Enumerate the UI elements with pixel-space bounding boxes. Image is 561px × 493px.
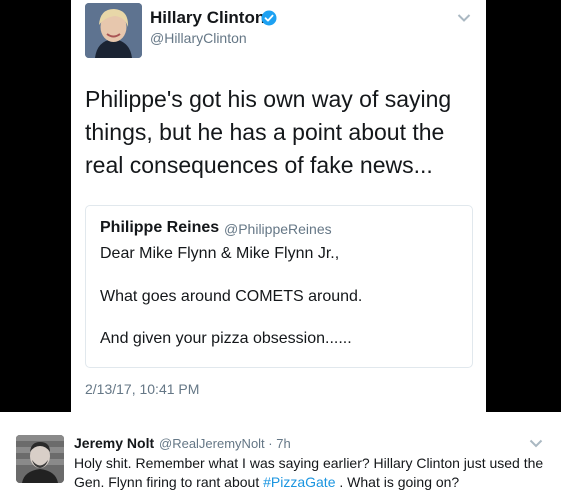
quoted-author-name[interactable]: Philippe Reines [100,219,219,237]
author-name[interactable]: Hillary Clinton [150,8,265,28]
author-handle[interactable]: @HillaryClinton [150,30,247,46]
chevron-down-icon[interactable] [457,13,471,23]
reply-tweet-text: Holy shit. Remember what I was saying ea… [74,454,544,492]
quoted-author-handle[interactable]: @PhilippeReines [224,221,332,237]
quoted-text-line: Dear Mike Flynn & Mike Flynn Jr., [100,245,340,262]
quoted-text-line: What goes around COMETS around. [100,288,363,305]
avatar-jeremy-nolt[interactable] [16,435,64,483]
reply-text-after: . What is going on? [335,474,460,490]
quoted-text-line: And given your pizza obsession...... [100,330,352,347]
screenshot-frame: Hillary Clinton @HillaryClinton Philippe… [0,0,561,412]
embedded-tweet-card[interactable]: Hillary Clinton @HillaryClinton Philippe… [71,0,486,412]
quoted-tweet[interactable]: Philippe Reines @PhilippeReines Dear Mik… [85,205,473,368]
verified-badge-icon [261,10,277,26]
reply-author-name[interactable]: Jeremy Nolt [74,435,154,451]
tweet-timestamp[interactable]: 2/13/17, 10:41 PM [85,381,199,397]
tweet-text: Philippe's got his own way of saying thi… [85,86,452,178]
reply-tweet[interactable]: Jeremy Nolt @RealJeremyNolt · 7h Holy sh… [0,412,561,493]
chevron-down-icon[interactable] [529,439,543,448]
avatar-hillary-clinton[interactable] [85,3,142,58]
hashtag-link[interactable]: #PizzaGate [263,474,335,490]
reply-author-meta[interactable]: @RealJeremyNolt · 7h [159,436,291,451]
